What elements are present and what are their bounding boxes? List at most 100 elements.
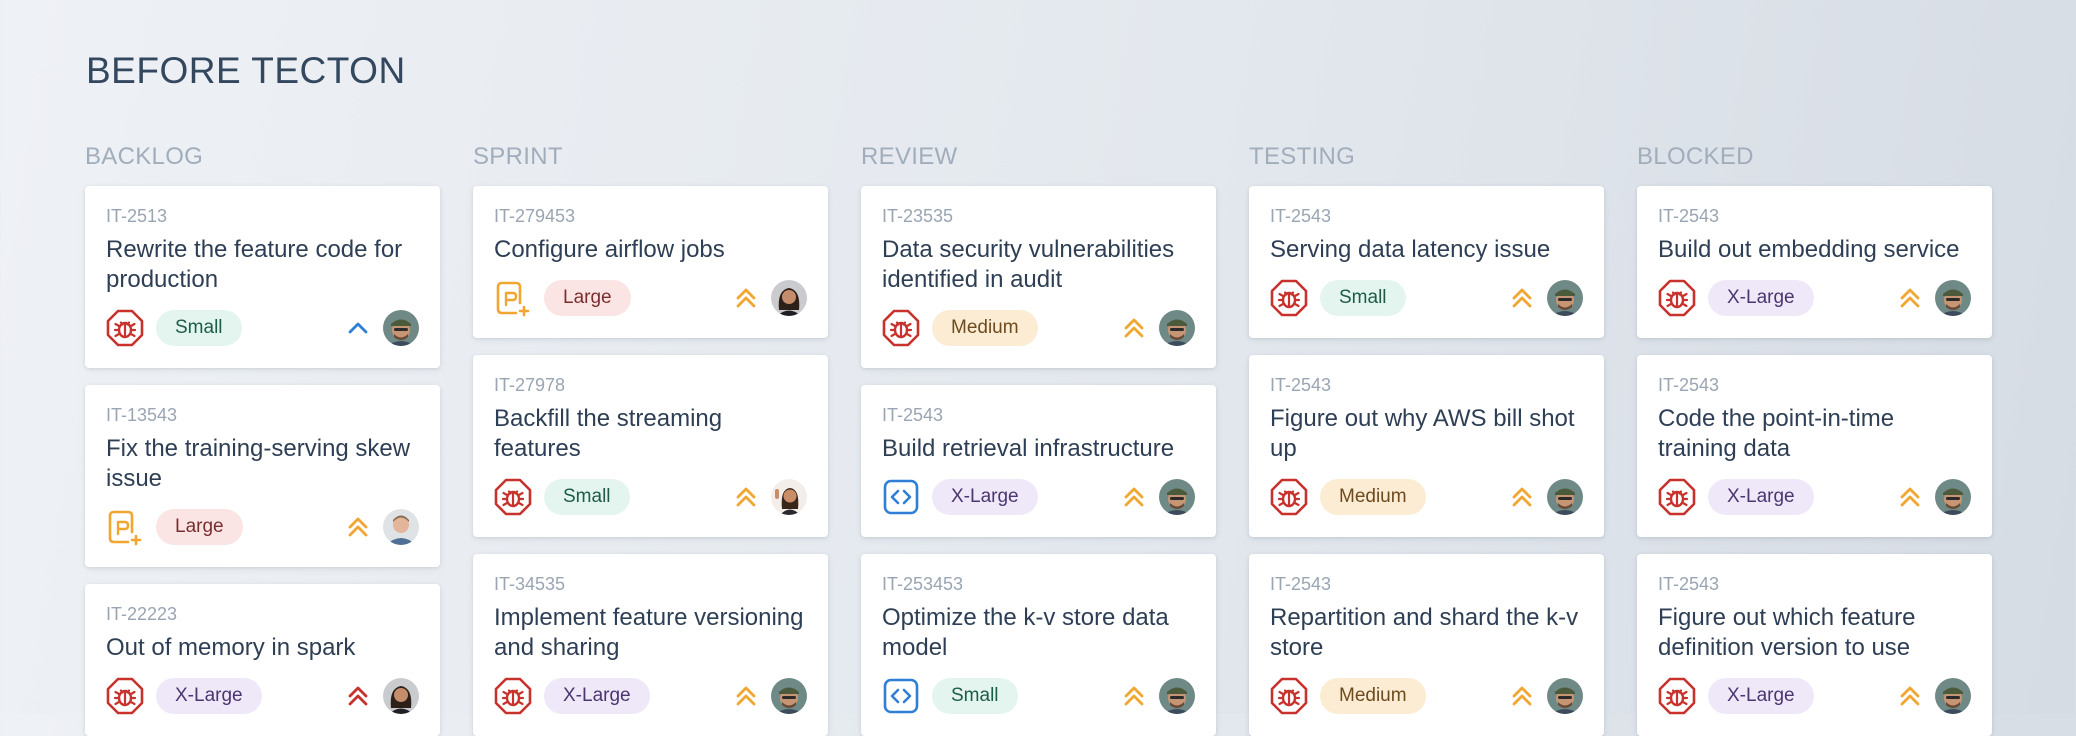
ticket-id: IT-2543: [1658, 375, 1720, 395]
ticket-card[interactable]: IT-2543 Serving data latency issue Small: [1249, 186, 1604, 338]
avatar[interactable]: [1159, 310, 1195, 346]
kanban-board: BACKLOG IT-2513 Rewrite the feature code f…: [85, 138, 1992, 736]
ticket-id: IT-23535: [882, 206, 954, 226]
column-title: TESTING: [1249, 143, 1356, 170]
ticket-id: IT-2513: [106, 206, 168, 226]
card-footer: Small: [106, 309, 419, 347]
double-chevron-up-icon: [733, 484, 759, 510]
column-backlog: BACKLOG IT-2513 Rewrite the feature code f…: [85, 138, 440, 736]
card-footer: X-Large: [882, 478, 1195, 516]
ticket-card[interactable]: IT-13543 Fix the training-serving skew is…: [85, 385, 440, 567]
column-title: SPRINT: [473, 143, 563, 170]
ticket-card[interactable]: IT-2543 Figure out which feature definiti…: [1637, 554, 1992, 736]
column-blocked: BLOCKED IT-2543 Build out embedding servic…: [1637, 138, 1992, 736]
column-title: REVIEW: [861, 143, 958, 170]
size-badge: Small: [1320, 280, 1406, 316]
ticket-title: Backfill the streaming features: [494, 405, 723, 462]
avatar[interactable]: [771, 280, 807, 316]
size-badge: Small: [932, 678, 1018, 714]
column-review: REVIEW IT-23535 Data security vulnerabilit…: [861, 138, 1216, 736]
bug-icon: [106, 677, 144, 715]
ticket-card[interactable]: IT-253453 Optimize the k-v store data mod…: [861, 554, 1216, 736]
column-testing: TESTING IT-2543 Serving data latency issue…: [1249, 138, 1604, 736]
size-badge: Small: [544, 479, 630, 515]
ticket-title: Configure airflow jobs: [494, 236, 725, 263]
avatar[interactable]: [1935, 280, 1971, 316]
size-badge: X-Large: [544, 678, 650, 714]
ticket-card[interactable]: IT-2543 Repartition and shard the k-v sto…: [1249, 554, 1604, 736]
avatar[interactable]: [1547, 280, 1583, 316]
ticket-title: Code the point-in-time training data: [1658, 405, 1895, 462]
card-footer: Small: [1270, 279, 1583, 317]
size-badge: Medium: [1320, 678, 1426, 714]
ticket-card[interactable]: IT-2543 Build out embedding service X-Larg…: [1637, 186, 1992, 338]
ticket-card[interactable]: IT-2543 Build retrieval infrastructure X-L…: [861, 385, 1216, 537]
ticket-card[interactable]: IT-22223 Out of memory in spark X-Large: [85, 584, 440, 736]
ticket-id: IT-22223: [106, 604, 178, 624]
card-footer: Small: [494, 478, 807, 516]
ticket-title: Rewrite the feature code for production: [106, 236, 403, 293]
card-footer: X-Large: [494, 677, 807, 715]
bug-icon: [1270, 478, 1308, 516]
size-badge: Medium: [932, 310, 1038, 346]
ticket-id: IT-279453: [494, 206, 576, 226]
ticket-card[interactable]: IT-2513 Rewrite the feature code for prod…: [85, 186, 440, 368]
avatar[interactable]: [1547, 678, 1583, 714]
bug-icon: [1658, 478, 1696, 516]
ticket-card[interactable]: IT-279453 Configure airflow jobs Large: [473, 186, 828, 338]
ticket-id: IT-2543: [1270, 206, 1332, 226]
code-icon: [882, 677, 920, 715]
ticket-card[interactable]: IT-2543 Figure out why AWS bill shot up Me…: [1249, 355, 1604, 537]
avatar[interactable]: [383, 509, 419, 545]
avatar[interactable]: [771, 678, 807, 714]
double-chevron-up-icon: [733, 285, 759, 311]
avatar[interactable]: [1935, 678, 1971, 714]
double-chevron-up-icon: [1121, 683, 1147, 709]
size-badge: X-Large: [932, 479, 1038, 515]
feature-request-icon: [106, 508, 144, 546]
avatar[interactable]: [1547, 479, 1583, 515]
bug-icon: [106, 309, 144, 347]
card-footer: X-Large: [106, 677, 419, 715]
double-chevron-up-icon: [1897, 683, 1923, 709]
ticket-card[interactable]: IT-34535 Implement feature versioning and…: [473, 554, 828, 736]
double-chevron-up-icon: [345, 514, 371, 540]
avatar[interactable]: [1159, 479, 1195, 515]
card-list: IT-279453 Configure airflow jobs Large IT-2…: [473, 186, 828, 736]
size-badge: Medium: [1320, 479, 1426, 515]
size-badge: Large: [156, 509, 243, 545]
column-title: BLOCKED: [1637, 143, 1754, 170]
ticket-id: IT-2543: [1270, 375, 1332, 395]
double-chevron-up-icon: [1897, 484, 1923, 510]
size-badge: Large: [544, 280, 631, 316]
column-title: BACKLOG: [85, 143, 204, 170]
double-chevron-up-icon: [1509, 484, 1535, 510]
ticket-title: Fix the training-serving skew issue: [106, 435, 411, 492]
double-chevron-up-icon: [1509, 683, 1535, 709]
ticket-card[interactable]: IT-27978 Backfill the streaming features S…: [473, 355, 828, 537]
avatar[interactable]: [1935, 479, 1971, 515]
card-list: IT-2543 Build out embedding service X-Larg…: [1637, 186, 1992, 736]
avatar[interactable]: [771, 479, 807, 515]
avatar[interactable]: [383, 310, 419, 346]
feature-request-icon: [494, 279, 532, 317]
card-list: IT-23535 Data security vulnerabilities id…: [861, 186, 1216, 736]
double-chevron-up-icon: [345, 683, 371, 709]
bug-icon: [1270, 677, 1308, 715]
card-footer: Small: [882, 677, 1195, 715]
card-footer: Large: [494, 279, 807, 317]
avatar[interactable]: [1159, 678, 1195, 714]
bug-icon: [882, 309, 920, 347]
bug-icon: [1658, 279, 1696, 317]
ticket-id: IT-2543: [1658, 206, 1720, 226]
double-chevron-up-icon: [1121, 484, 1147, 510]
chevron-up-icon: [345, 315, 371, 341]
ticket-card[interactable]: IT-2543 Code the point-in-time training d…: [1637, 355, 1992, 537]
ticket-id: IT-2543: [1658, 574, 1720, 594]
size-badge: X-Large: [1708, 280, 1814, 316]
ticket-title: Optimize the k-v store data model: [882, 604, 1169, 661]
ticket-card[interactable]: IT-23535 Data security vulnerabilities id…: [861, 186, 1216, 368]
avatar[interactable]: [383, 678, 419, 714]
ticket-id: IT-34535: [494, 574, 566, 594]
bug-icon: [1658, 677, 1696, 715]
